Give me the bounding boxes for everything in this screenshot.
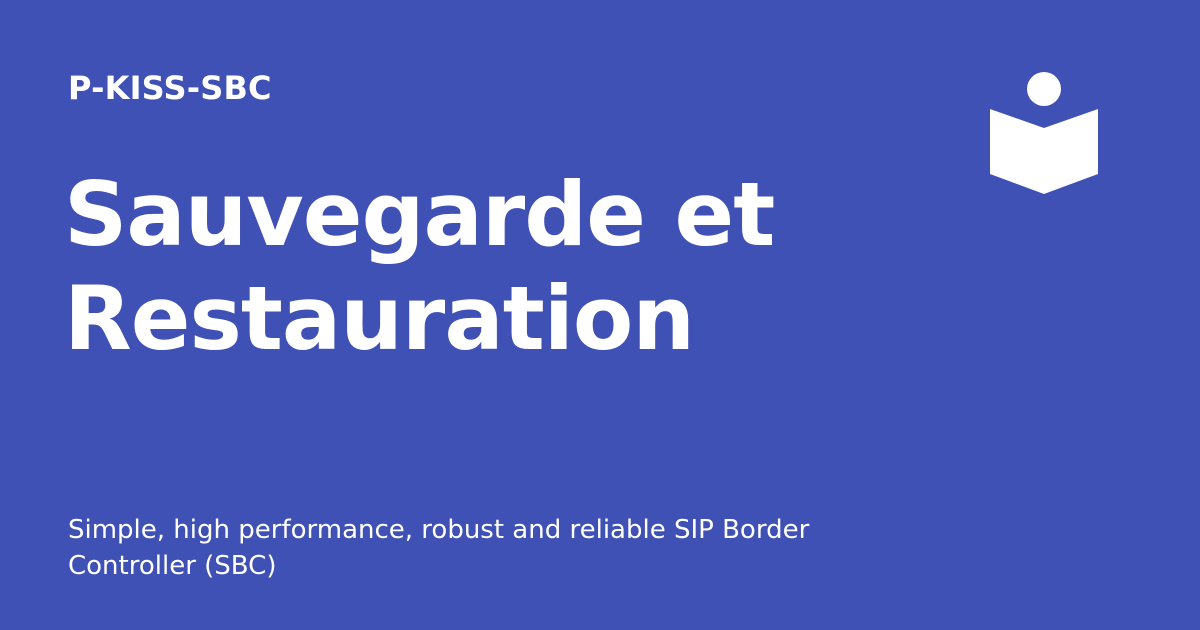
page-title: Sauvegarde et Restauration xyxy=(64,163,924,371)
social-card: P-KISS-SBC Sauvegarde et Restauration Si… xyxy=(0,0,1200,630)
site-name: P-KISS-SBC xyxy=(68,69,272,107)
page-title-line-1: Sauvegarde et xyxy=(64,163,775,266)
page-title-line-2: Restauration xyxy=(64,267,695,370)
page-description: Simple, high performance, robust and rel… xyxy=(68,515,810,581)
reader-book-icon xyxy=(990,72,1098,194)
